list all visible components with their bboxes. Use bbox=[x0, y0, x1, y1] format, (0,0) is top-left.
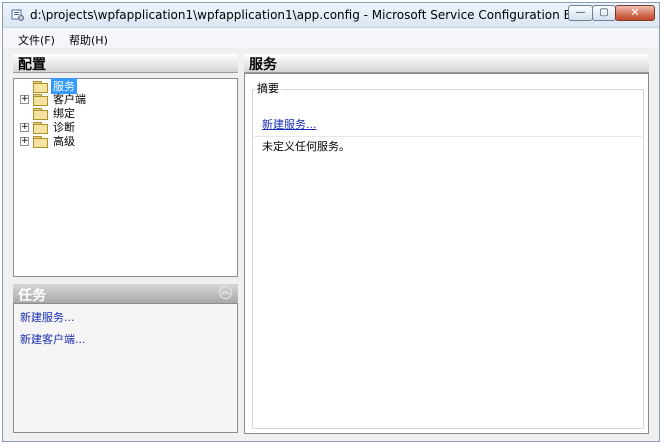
maximize-button[interactable]: ▢ bbox=[592, 5, 616, 21]
summary-legend: 摘要 bbox=[255, 80, 281, 96]
tasks-panel-title: 任务 bbox=[18, 288, 46, 304]
config-editor-app-icon bbox=[11, 9, 24, 21]
tree-item-label: 高级 bbox=[53, 135, 75, 148]
menu-bar: 文件(F) 帮助(H) bbox=[3, 28, 659, 48]
minimize-button[interactable]: — bbox=[568, 5, 593, 21]
title-bar[interactable]: d:\projects\wpfapplication1\wpfapplicati… bbox=[3, 3, 659, 28]
folder-icon bbox=[33, 107, 48, 120]
summary-divider bbox=[254, 136, 642, 137]
maximize-icon: ▢ bbox=[599, 7, 609, 18]
window-title: d:\projects\wpfapplication1\wpfapplicati… bbox=[30, 8, 600, 22]
close-icon: ✕ bbox=[630, 6, 640, 19]
task-new-client-link[interactable]: 新建客户端... bbox=[20, 331, 86, 347]
config-panel-title: 配置 bbox=[18, 57, 46, 73]
minimize-icon: — bbox=[575, 7, 586, 18]
folder-icon bbox=[33, 135, 48, 148]
main-window: d:\projects\wpfapplication1\wpfapplicati… bbox=[2, 2, 660, 442]
expand-icon[interactable]: + bbox=[20, 136, 29, 146]
menu-file[interactable]: 文件(F) bbox=[18, 32, 55, 48]
tasks-panel-header: 任务 ︽ bbox=[13, 284, 238, 304]
menu-help[interactable]: 帮助(H) bbox=[69, 32, 108, 48]
folder-icon bbox=[33, 80, 48, 93]
no-services-message: 未定义任何服务。 bbox=[262, 140, 350, 153]
tree-item-advanced[interactable]: + 高级 bbox=[20, 134, 77, 148]
tree-item-clients[interactable]: + 客户端 bbox=[20, 92, 88, 106]
folder-icon bbox=[33, 121, 48, 134]
config-panel-header: 配置 bbox=[13, 54, 238, 73]
services-panel-title: 服务 bbox=[249, 57, 277, 73]
summary-group: 新建服务... 未定义任何服务。 bbox=[252, 89, 644, 429]
tree-item-bindings[interactable]: 绑定 bbox=[20, 106, 77, 120]
services-panel-header: 服务 bbox=[244, 54, 649, 73]
close-button[interactable]: ✕ bbox=[615, 5, 655, 21]
services-content: 新建服务... 未定义任何服务。 摘要 bbox=[244, 73, 649, 434]
collapse-icon[interactable]: ︽ bbox=[219, 286, 232, 299]
config-tree[interactable]: 服务 + 客户端 绑定 + 诊断 + 高级 bbox=[13, 78, 238, 277]
task-new-service-link[interactable]: 新建服务... bbox=[20, 309, 75, 325]
tasks-panel: 新建服务... 新建客户端... bbox=[13, 303, 238, 433]
expand-icon[interactable]: + bbox=[20, 94, 29, 104]
expand-icon[interactable]: + bbox=[20, 122, 29, 132]
folder-icon bbox=[33, 93, 48, 106]
new-service-link[interactable]: 新建服务... bbox=[262, 116, 317, 132]
tree-item-diagnostics[interactable]: + 诊断 bbox=[20, 120, 77, 134]
